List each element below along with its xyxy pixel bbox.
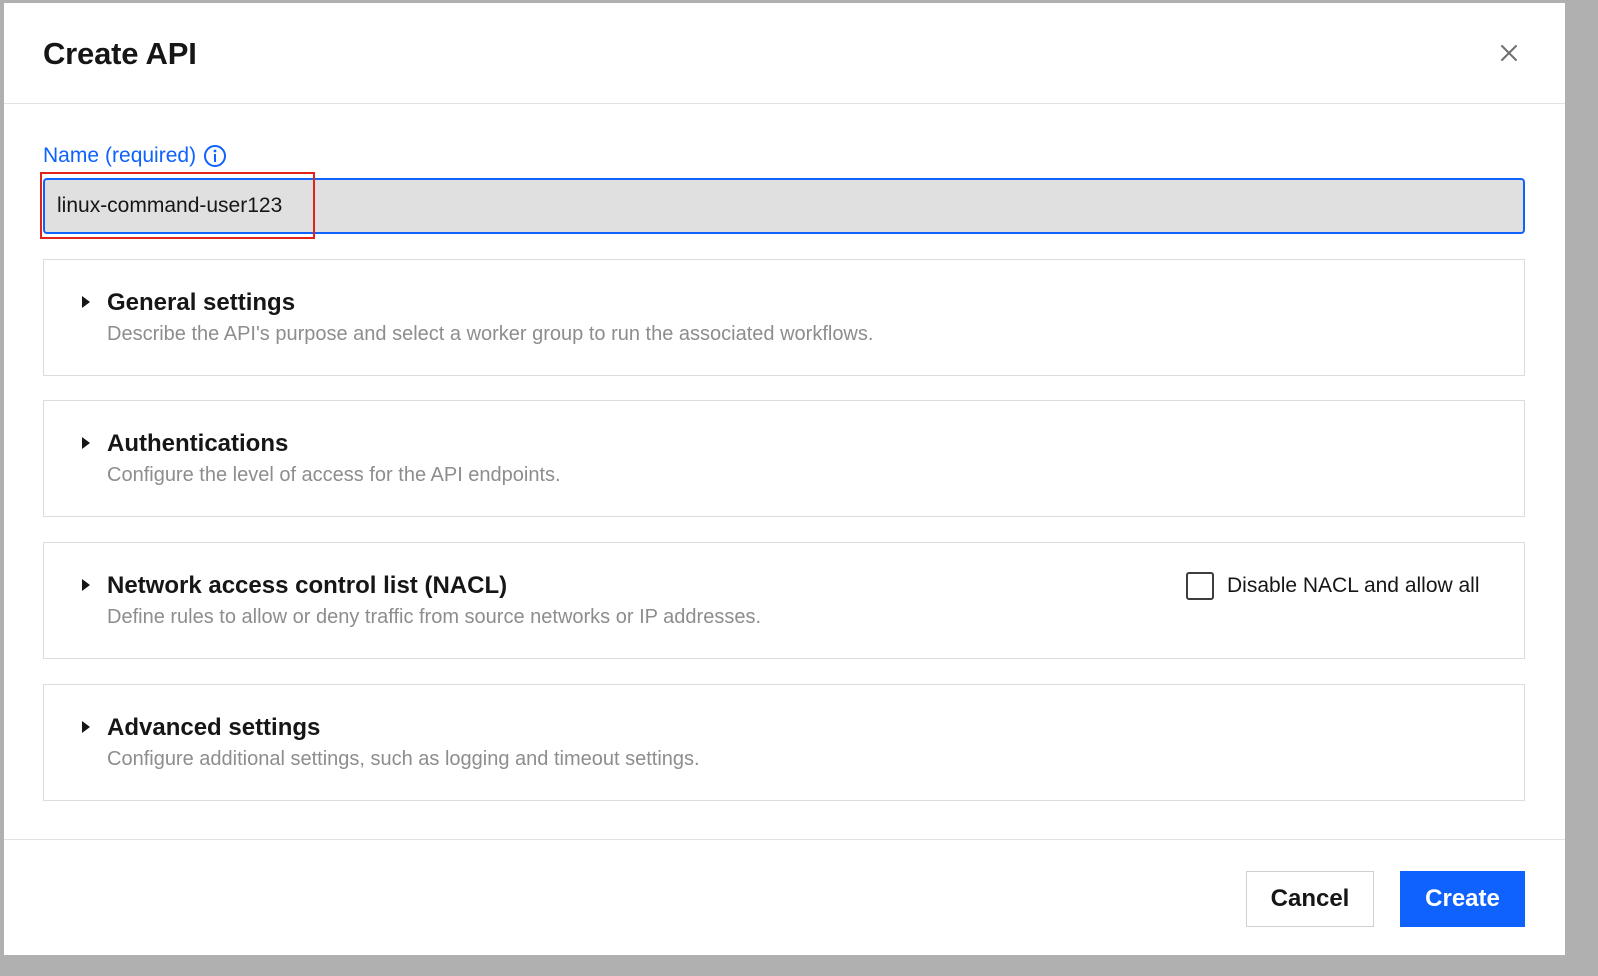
section-general-settings[interactable]: General settings Describe the API's purp… [43, 259, 1525, 376]
section-description: Configure the level of access for the AP… [107, 464, 561, 486]
section-description: Describe the API's purpose and select a … [107, 323, 874, 345]
name-required-text: (required) [105, 144, 197, 167]
section-description: Define rules to allow or deny traffic fr… [107, 606, 761, 628]
caret-right-icon[interactable] [80, 294, 92, 310]
caret-right-icon[interactable] [80, 719, 92, 735]
section-title: Advanced settings [107, 714, 321, 741]
create-api-dialog: Create API Name (required) General setti… [4, 3, 1565, 955]
close-icon [1501, 45, 1517, 61]
caret-right-icon[interactable] [80, 435, 92, 451]
section-title: General settings [107, 289, 296, 316]
dialog-title: Create API [43, 36, 197, 71]
name-field-label: Name (required) [43, 144, 227, 168]
section-title: Network access control list (NACL) [107, 572, 508, 599]
section-advanced-settings[interactable]: Advanced settings Configure additional s… [43, 684, 1525, 801]
close-button[interactable] [1497, 41, 1521, 65]
section-nacl[interactable]: Network access control list (NACL) Defin… [43, 542, 1525, 659]
name-input[interactable] [45, 180, 1523, 232]
create-button[interactable]: Create [1400, 871, 1525, 927]
dialog-footer: Cancel Create [4, 839, 1565, 955]
checkbox-box[interactable] [1186, 572, 1214, 600]
name-label-text: Name [43, 144, 100, 167]
cancel-button[interactable]: Cancel [1246, 871, 1374, 927]
disable-nacl-label[interactable]: Disable NACL and allow all [1227, 574, 1480, 598]
caret-right-icon[interactable] [80, 577, 92, 593]
section-description: Configure additional settings, such as l… [107, 748, 700, 770]
section-authentications[interactable]: Authentications Configure the level of a… [43, 400, 1525, 517]
dialog-header: Create API [4, 3, 1565, 104]
disable-nacl-checkbox[interactable]: Disable NACL and allow all [1186, 572, 1480, 600]
name-input-container [43, 178, 1525, 234]
info-icon[interactable] [203, 144, 227, 168]
section-title: Authentications [107, 430, 289, 457]
